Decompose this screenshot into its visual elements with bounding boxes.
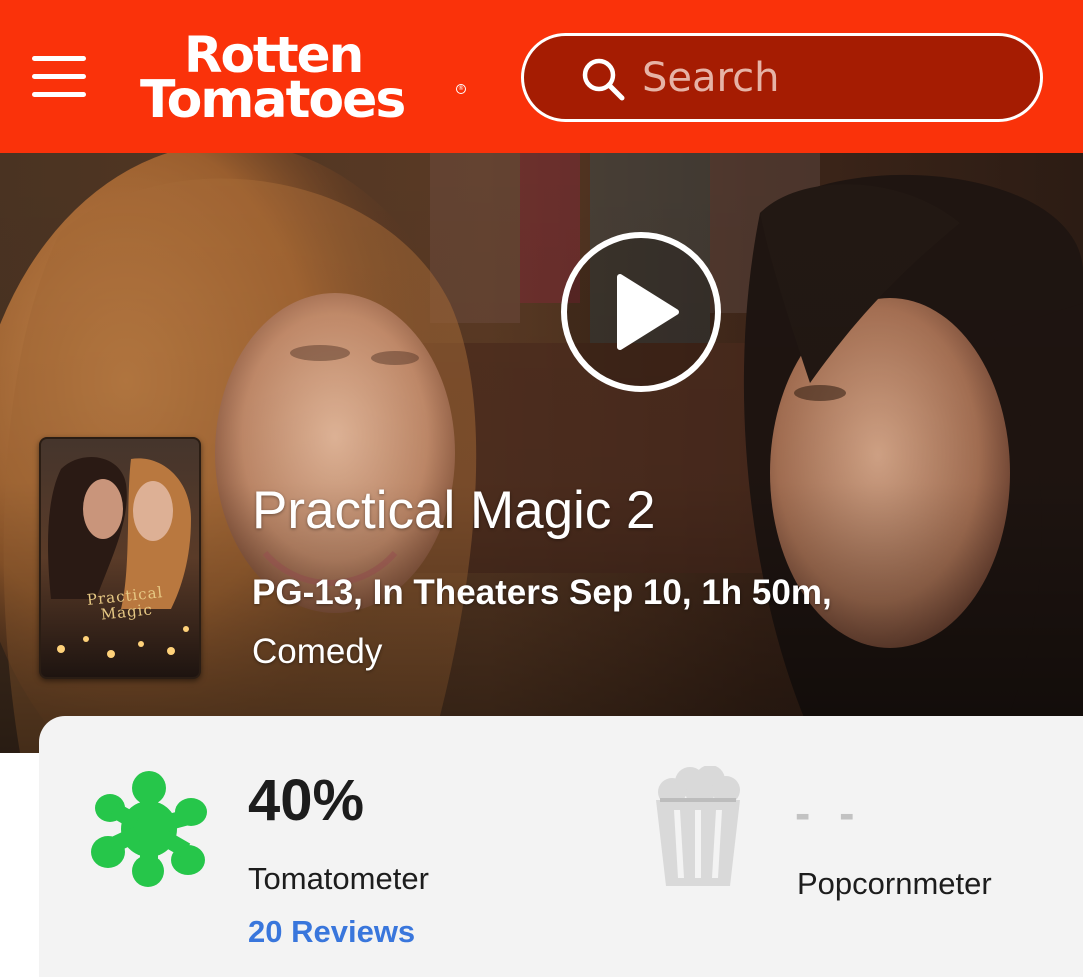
- hero-trailer[interactable]: Practical Magic Practical Magic 2 PG-13,…: [0, 153, 1083, 753]
- logo-text-tomatoes: Tomatoes: [140, 70, 406, 130]
- search-bar[interactable]: [521, 33, 1043, 122]
- movie-meta-info: PG-13, In Theaters Sep 10, 1h 50m,: [252, 573, 832, 612]
- popcorn-bucket-icon: [656, 766, 740, 886]
- site-header: Rotten Tomatoes ®: [0, 0, 1083, 153]
- rotten-tomatoes-logo[interactable]: Rotten Tomatoes ®: [140, 30, 470, 130]
- tomatometer-score: 40%: [248, 768, 365, 833]
- popcornmeter-label: Popcornmeter: [797, 866, 992, 901]
- poster-image: [41, 439, 199, 677]
- registered-mark: ®: [456, 84, 466, 94]
- hamburger-menu-button[interactable]: [32, 54, 86, 100]
- search-input[interactable]: [642, 50, 1002, 106]
- popcornmeter-score: - -: [795, 787, 863, 839]
- reviews-count-link[interactable]: 20 Reviews: [248, 914, 415, 950]
- play-trailer-button[interactable]: [560, 231, 722, 393]
- movie-title: Practical Magic 2: [252, 481, 656, 540]
- search-icon[interactable]: [580, 56, 626, 102]
- rotten-splat-icon: [91, 771, 207, 887]
- movie-genre: Comedy: [252, 632, 383, 671]
- tomatometer-label: Tomatometer: [248, 861, 429, 896]
- hamburger-menu-icon: [32, 56, 86, 61]
- movie-poster[interactable]: Practical Magic: [39, 437, 201, 679]
